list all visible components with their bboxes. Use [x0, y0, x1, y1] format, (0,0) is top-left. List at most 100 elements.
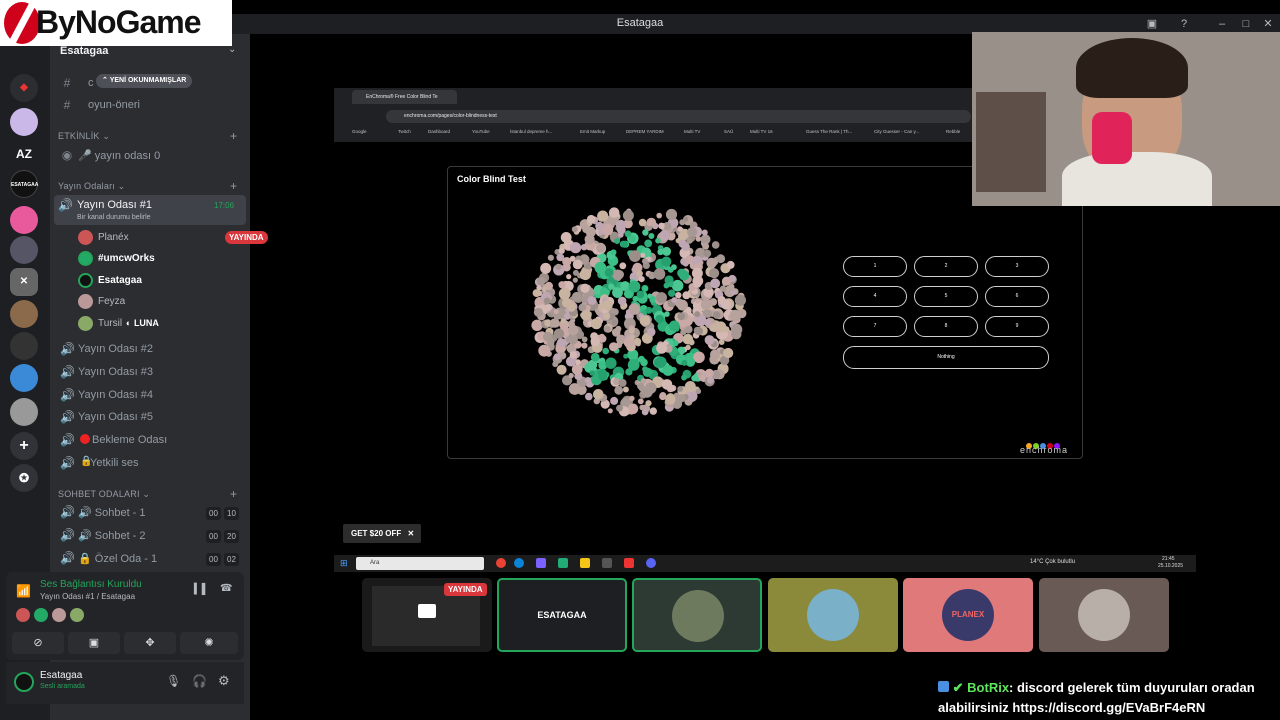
- windows-start-icon[interactable]: ⊞: [340, 558, 348, 569]
- answer-button-6[interactable]: 6: [985, 286, 1049, 307]
- maximize-icon[interactable]: □: [1238, 16, 1254, 32]
- bookmark[interactable]: YouTube: [472, 129, 490, 134]
- answer-button-3[interactable]: 3: [985, 256, 1049, 277]
- url-bar[interactable]: enchroma.com/pages/color-blindness-test: [386, 110, 971, 123]
- category-yayin-odalari[interactable]: Yayın Odaları ⌄ +: [58, 179, 237, 193]
- nothing-button[interactable]: Nothing: [843, 346, 1049, 369]
- room-yayin-5[interactable]: 🔊 Yayın Odası #5: [60, 408, 245, 428]
- folder-icon[interactable]: [580, 558, 590, 568]
- server-icon-dark[interactable]: [10, 332, 38, 360]
- room-yayin-2[interactable]: 🔊 Yayın Odası #2: [60, 340, 245, 360]
- bookmark[interactable]: City Guesser - Can y...: [874, 129, 919, 134]
- server-icon-pink[interactable]: [10, 206, 38, 234]
- add-channel-icon[interactable]: +: [230, 487, 237, 501]
- bookmark[interactable]: Guess The Rank | Th...: [806, 129, 852, 134]
- server-icon-x[interactable]: ✕: [10, 268, 38, 296]
- headset-icon[interactable]: 🎧: [192, 674, 207, 688]
- microphone-icon[interactable]: 🎙: [166, 674, 181, 688]
- member-tursil[interactable]: Tursil ◐ LUNA: [78, 315, 248, 333]
- category-etkinlik[interactable]: ETKİNLİK ⌄ +: [58, 129, 237, 143]
- participant-tile-tursil[interactable]: [768, 578, 898, 652]
- clock-date[interactable]: 25.10.2025: [1158, 563, 1183, 569]
- settings-gear-icon[interactable]: ⚙: [218, 673, 230, 689]
- discover-icon[interactable]: ✪: [10, 464, 38, 492]
- clock-time[interactable]: 21:45: [1162, 556, 1175, 562]
- member-umcworks[interactable]: #umcwOrks: [78, 250, 248, 268]
- minimize-icon[interactable]: –: [1214, 16, 1230, 32]
- add-channel-icon[interactable]: +: [230, 179, 237, 193]
- room-bekleme[interactable]: 🔊 Bekleme Odası: [60, 431, 245, 451]
- answer-button-5[interactable]: 5: [914, 286, 978, 307]
- room-yayin-4[interactable]: 🔊 Yayın Odası #4: [60, 386, 245, 406]
- member-feyza[interactable]: Feyza: [78, 293, 248, 311]
- answer-button-4[interactable]: 4: [843, 286, 907, 307]
- member-esatagaa[interactable]: Esatagaa: [78, 272, 248, 290]
- answer-button-1[interactable]: 1: [843, 256, 907, 277]
- signal-icon[interactable]: 📶: [16, 584, 31, 598]
- bookmark[interactable]: İstanbul depreme h...: [510, 129, 552, 134]
- server-icon-gray[interactable]: [10, 236, 38, 264]
- room-yetkili[interactable]: 🔊 🔒 Yetkili ses: [60, 454, 245, 474]
- answer-button-7[interactable]: 7: [843, 316, 907, 337]
- participant-tile-esatagaa[interactable]: ESATAGAA: [497, 578, 627, 652]
- answer-button-9[interactable]: 9: [985, 316, 1049, 337]
- answer-button-8[interactable]: 8: [914, 316, 978, 337]
- server-icon-anime[interactable]: [10, 108, 38, 136]
- server-name[interactable]: Esatagaa: [60, 45, 108, 57]
- browser-tab[interactable]: EnChroma® Free Color Blind Te: [352, 90, 457, 104]
- participant-tile-umcworks[interactable]: [632, 578, 762, 652]
- soundboard-button[interactable]: ✺: [180, 632, 238, 654]
- server-icon-esatagaa[interactable]: ESATAGAA: [10, 170, 38, 198]
- youtube-icon[interactable]: [624, 558, 634, 568]
- edge-icon[interactable]: [514, 558, 524, 568]
- unread-pill[interactable]: ⌃ YENİ OKUNMAMIŞLAR: [96, 74, 193, 88]
- participant-tile-feyza[interactable]: [1039, 578, 1169, 652]
- add-server-icon[interactable]: +: [10, 432, 38, 460]
- avatar[interactable]: [14, 672, 34, 692]
- help-icon[interactable]: ?: [1176, 16, 1192, 32]
- answer-button-2[interactable]: 2: [914, 256, 978, 277]
- promo-banner[interactable]: GET $20 OFF ✕: [343, 524, 421, 543]
- close-icon[interactable]: ✕: [1260, 16, 1276, 32]
- member-planex[interactable]: Planéx YAYINDA: [78, 229, 268, 247]
- copilot-icon[interactable]: [536, 558, 546, 568]
- weather-widget[interactable]: 14°C Çok bulutlu: [1030, 559, 1075, 565]
- soundwave-icon[interactable]: ▍▌: [194, 584, 209, 595]
- stream-tile-live[interactable]: YAYINDA: [362, 578, 492, 652]
- server-icon-red[interactable]: ◆: [10, 74, 38, 102]
- bookmark[interactable]: Emit Markup: [580, 129, 605, 134]
- bookmark[interactable]: SAÜ: [724, 129, 733, 134]
- add-channel-icon[interactable]: +: [230, 129, 237, 143]
- camera-off-button[interactable]: ⊘: [12, 632, 64, 654]
- bookmark[interactable]: Multi TV: [684, 129, 700, 134]
- disconnect-icon[interactable]: ☎: [220, 583, 232, 594]
- inbox-icon[interactable]: ▣: [1144, 16, 1160, 32]
- bookmark[interactable]: Google: [352, 129, 367, 134]
- participant-tile-planex[interactable]: PLANEX: [903, 578, 1033, 652]
- activities-button[interactable]: ✥: [124, 632, 176, 654]
- channel-yayin-odasi-0[interactable]: ◉ 🎤 yayın odası 0: [60, 146, 245, 166]
- chrome-icon[interactable]: [496, 558, 506, 568]
- room-ozel-1[interactable]: 🔊 🔒 Özel Oda - 1 00 02: [60, 549, 245, 569]
- app-icon[interactable]: [602, 558, 612, 568]
- room-yayin-3[interactable]: 🔊 Yayın Odası #3: [60, 363, 245, 383]
- store-icon[interactable]: [558, 558, 568, 568]
- room-sohbet-2[interactable]: 🔊 🔊 Sohbet - 2 00 20: [60, 526, 245, 546]
- server-icon-group[interactable]: [10, 398, 38, 426]
- server-az[interactable]: AZ: [10, 140, 38, 168]
- bookmark[interactable]: Rebble: [946, 129, 960, 134]
- plate-dot: [590, 318, 602, 330]
- bookmark[interactable]: DEPREM YARDIM: [626, 129, 664, 134]
- bookmark[interactable]: Multi TV 16: [750, 129, 773, 134]
- taskbar-search[interactable]: Ara: [356, 557, 484, 570]
- channel-oyun-oneri[interactable]: # oyun-öneri: [60, 96, 245, 116]
- server-icon-tiger[interactable]: [10, 300, 38, 328]
- bookmark[interactable]: Dashboard: [428, 129, 450, 134]
- bookmark[interactable]: Twitch: [398, 129, 411, 134]
- server-icon-blue[interactable]: [10, 364, 38, 392]
- active-voice-room[interactable]: 🔊 Yayın Odası #1 Bir kanal durumu belirl…: [54, 195, 246, 225]
- screen-share-button[interactable]: ▣: [68, 632, 120, 654]
- discord-icon[interactable]: [646, 558, 656, 568]
- category-sohbet[interactable]: SOHBET ODALARI ⌄ +: [58, 487, 237, 501]
- room-sohbet-1[interactable]: 🔊 🔊 Sohbet - 1 00 10: [60, 503, 245, 523]
